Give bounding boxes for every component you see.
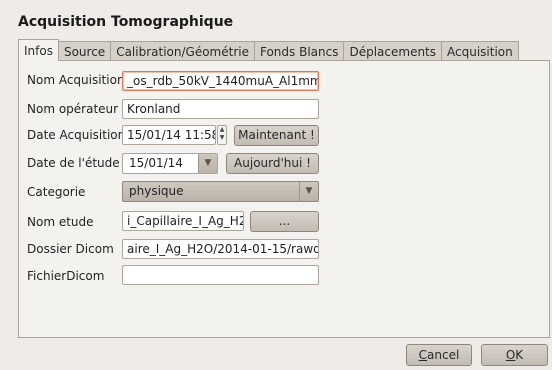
date-etude-combo[interactable]: 15/01/14 ▼: [122, 153, 218, 174]
date-acquisition-spinner[interactable]: ▲ ▼: [217, 125, 227, 145]
tab-calibration-geometrie[interactable]: Calibration/Géométrie: [110, 41, 255, 61]
fichier-dicom-label: FichierDicom: [27, 269, 105, 283]
spin-up-icon[interactable]: ▲: [218, 126, 226, 134]
tab-source[interactable]: Source: [57, 41, 112, 61]
tab-bar: Infos Source Calibration/Géométrie Fonds…: [18, 39, 519, 61]
ok-mnemonic: O: [505, 348, 516, 362]
date-etude-value: 15/01/14: [129, 156, 183, 170]
nom-acquisition-label: Nom Acquisition: [27, 73, 125, 87]
aujourdhui-button[interactable]: Aujourd'hui !: [226, 153, 319, 174]
dropdown-arrow-icon[interactable]: ▼: [299, 182, 318, 201]
dossier-dicom-field[interactable]: aire_I_Ag_H2O/2014-01-15/rawdata/: [122, 239, 319, 259]
nom-operateur-field[interactable]: Kronland: [122, 99, 319, 119]
nom-etude-field[interactable]: i_Capillaire_I_Ag_H2O: [122, 211, 244, 231]
ok-label-post: K: [515, 348, 524, 362]
tab-acquisition[interactable]: Acquisition: [441, 41, 519, 61]
date-acquisition-field[interactable]: 15/01/14 11:58: [122, 125, 216, 145]
categorie-combo[interactable]: physique ▼: [122, 181, 319, 202]
tab-infos[interactable]: Infos: [18, 39, 59, 61]
date-acquisition-label: Date Acquisition: [27, 128, 126, 142]
nom-acquisition-field[interactable]: _os_rdb_50kV_1440muA_Al1mm_2s: [122, 71, 319, 91]
browse-etude-button[interactable]: ...: [250, 211, 319, 232]
nom-etude-label: Nom etude: [27, 215, 94, 229]
tab-deplacements[interactable]: Déplacements: [343, 41, 443, 61]
ok-button[interactable]: OK: [481, 344, 548, 366]
dropdown-arrow-icon[interactable]: ▼: [198, 154, 217, 173]
cancel-mnemonic: C: [418, 348, 428, 362]
categorie-label: Categorie: [27, 185, 86, 199]
dossier-dicom-label: Dossier Dicom: [27, 242, 114, 256]
tab-fonds-blancs[interactable]: Fonds Blancs: [253, 41, 345, 61]
maintenant-button[interactable]: Maintenant !: [234, 125, 319, 146]
window-title: Acquisition Tomographique: [18, 14, 234, 30]
spin-down-icon[interactable]: ▼: [218, 134, 226, 142]
nom-operateur-label: Nom opérateur: [27, 102, 119, 116]
date-etude-label: Date de l'étude: [27, 156, 120, 170]
cancel-label-post: ancel: [427, 348, 460, 362]
cancel-button[interactable]: Cancel: [406, 344, 472, 366]
fichier-dicom-field[interactable]: [122, 265, 319, 285]
categorie-value: physique: [129, 184, 184, 198]
